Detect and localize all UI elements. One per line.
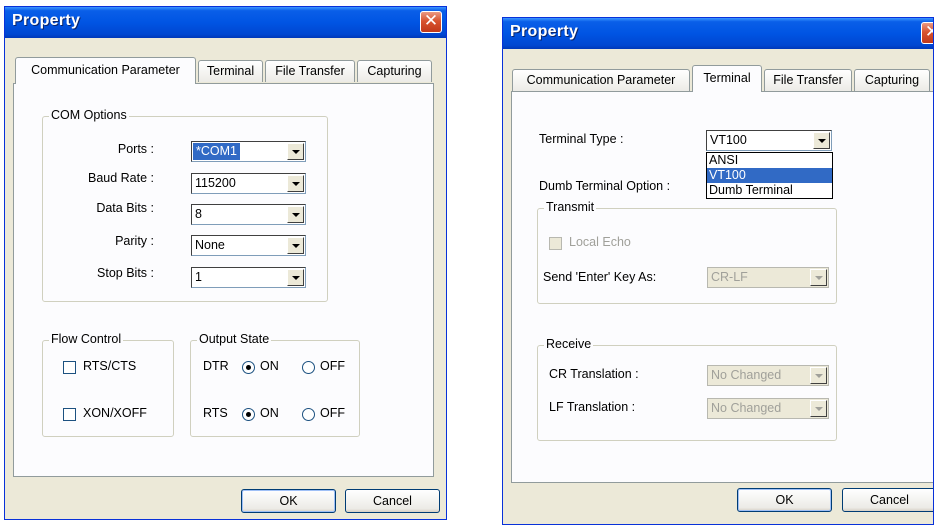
send-enter-label: Send 'Enter' Key As: — [543, 270, 657, 284]
baud-rate-label: Baud Rate : — [87, 171, 154, 185]
send-enter-select[interactable]: CR-LF — [707, 267, 829, 288]
lf-translation-label: LF Translation : — [549, 400, 636, 414]
lf-translation-value: No Changed — [711, 401, 782, 415]
chevron-down-icon[interactable] — [810, 400, 827, 417]
transmit-group: Transmit Local Echo Send 'Enter' Key As:… — [537, 200, 837, 304]
terminal-type-dropdown: ANSI VT100 Dumb Terminal — [706, 152, 833, 199]
ok-button[interactable]: OK — [241, 489, 336, 513]
property-dialog-right: Property ✕ Communication Parameter Termi… — [502, 17, 934, 525]
dialog-title: Property — [12, 12, 81, 29]
lf-translation-select[interactable]: No Changed — [707, 398, 829, 419]
option-vt100[interactable]: VT100 — [707, 168, 832, 183]
property-dialog-left: Property ✕ Communication Parameter Termi… — [4, 6, 447, 520]
ports-label: Ports : — [117, 142, 154, 156]
option-ansi[interactable]: ANSI — [707, 153, 832, 168]
chevron-down-icon[interactable] — [287, 175, 304, 192]
tab-file-transfer[interactable]: File Transfer — [764, 69, 852, 91]
xon-xoff-label: XON/XOFF — [83, 406, 147, 420]
terminal-type-value: VT100 — [710, 133, 747, 147]
chevron-down-icon[interactable] — [287, 206, 304, 223]
ports-value: *COM1 — [193, 143, 240, 160]
group-title: Output State — [197, 332, 272, 346]
cr-translation-label: CR Translation : — [549, 367, 639, 381]
dumb-terminal-option-label: Dumb Terminal Option : — [539, 179, 671, 193]
rts-cts-label: RTS/CTS — [83, 359, 137, 373]
close-icon[interactable]: ✕ — [420, 11, 442, 33]
xon-xoff-checkbox[interactable] — [63, 408, 76, 421]
parity-value: None — [195, 238, 225, 252]
group-title: Receive — [544, 337, 594, 351]
parity-select[interactable]: None — [191, 235, 306, 256]
data-bits-label: Data Bits : — [96, 201, 154, 215]
cancel-button[interactable]: Cancel — [345, 489, 440, 513]
tab-file-transfer[interactable]: File Transfer — [265, 60, 355, 82]
stop-bits-select[interactable]: 1 — [191, 267, 306, 288]
tab-panel: COM Options Ports : *COM1 Baud Rate : 11… — [13, 83, 434, 477]
chevron-down-icon[interactable] — [810, 367, 827, 384]
tab-communication-parameter[interactable]: Communication Parameter — [512, 69, 690, 91]
tab-capturing[interactable]: Capturing — [357, 60, 432, 82]
tab-terminal[interactable]: Terminal — [692, 65, 762, 92]
rts-on-radio[interactable] — [242, 408, 255, 421]
cancel-button[interactable]: Cancel — [842, 488, 933, 512]
tab-capturing[interactable]: Capturing — [854, 69, 930, 91]
ports-select[interactable]: *COM1 — [191, 141, 306, 162]
tab-communication-parameter[interactable]: Communication Parameter — [15, 57, 196, 84]
receive-group: Receive CR Translation : No Changed LF T… — [537, 337, 837, 441]
rts-on-label: ON — [260, 406, 279, 420]
flow-control-group: Flow Control RTS/CTS XON/XOFF — [42, 332, 174, 437]
option-dumb-terminal[interactable]: Dumb Terminal — [707, 183, 832, 198]
dtr-label: DTR — [203, 359, 229, 373]
chevron-down-icon[interactable] — [810, 269, 827, 286]
tab-terminal[interactable]: Terminal — [198, 60, 263, 82]
cr-translation-value: No Changed — [711, 368, 782, 382]
output-state-group: Output State DTR ON OFF RTS ON OFF — [190, 332, 360, 437]
dtr-off-label: OFF — [320, 359, 345, 373]
rts-cts-checkbox[interactable] — [63, 361, 76, 374]
dtr-on-label: ON — [260, 359, 279, 373]
tab-panel: Terminal Type : VT100 ANSI VT100 Dumb Te… — [511, 91, 933, 483]
baud-rate-value: 115200 — [195, 176, 236, 190]
local-echo-label: Local Echo — [569, 235, 631, 249]
chevron-down-icon[interactable] — [813, 132, 830, 149]
send-enter-value: CR-LF — [711, 270, 748, 284]
group-title: Transmit — [544, 200, 597, 214]
rts-off-label: OFF — [320, 406, 345, 420]
chevron-down-icon[interactable] — [287, 269, 304, 286]
stop-bits-label: Stop Bits : — [97, 266, 154, 280]
local-echo-checkbox[interactable] — [549, 237, 562, 250]
group-title: COM Options — [49, 108, 129, 122]
rts-label: RTS — [203, 406, 228, 420]
terminal-type-select[interactable]: VT100 — [706, 130, 832, 151]
baud-rate-select[interactable]: 115200 — [191, 173, 306, 194]
terminal-type-label: Terminal Type : — [539, 132, 624, 146]
parity-label: Parity : — [115, 234, 154, 248]
data-bits-select[interactable]: 8 — [191, 204, 306, 225]
title-bar[interactable]: Property ✕ — [5, 7, 446, 38]
title-bar[interactable]: Property ✕ — [503, 18, 933, 49]
ok-button[interactable]: OK — [737, 488, 832, 512]
close-icon[interactable]: ✕ — [921, 22, 933, 44]
dialog-title: Property — [510, 23, 579, 40]
dtr-off-radio[interactable] — [302, 361, 315, 374]
cr-translation-select[interactable]: No Changed — [707, 365, 829, 386]
chevron-down-icon[interactable] — [287, 237, 304, 254]
group-title: Flow Control — [49, 332, 124, 346]
com-options-group: COM Options Ports : *COM1 Baud Rate : 11… — [42, 108, 328, 302]
stop-bits-value: 1 — [195, 270, 202, 284]
data-bits-value: 8 — [195, 207, 202, 221]
dtr-on-radio[interactable] — [242, 361, 255, 374]
rts-off-radio[interactable] — [302, 408, 315, 421]
chevron-down-icon[interactable] — [287, 143, 304, 160]
